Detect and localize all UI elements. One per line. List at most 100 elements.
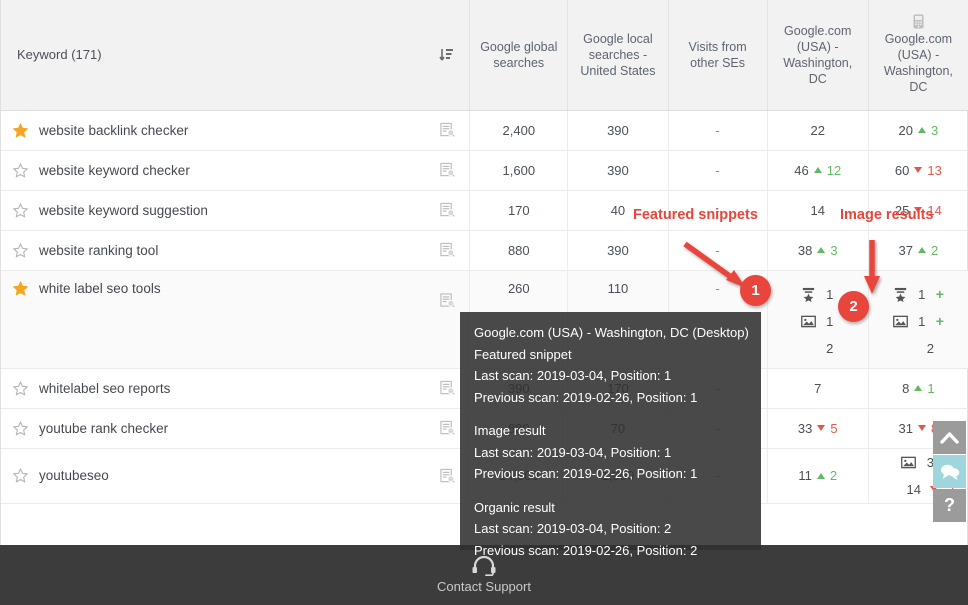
rank-up-arrow-icon [814,167,822,173]
keyword-details-icon[interactable] [440,421,455,436]
keyword-details-icon[interactable] [440,468,455,483]
keyword-details-icon[interactable] [440,163,455,178]
keyword-rankings-screen: Keyword (171) Google global searches Goo… [0,0,968,605]
rank-value: 22 [778,123,858,138]
annotation-arrow-2 [858,238,892,300]
keyword-details-icon[interactable] [440,203,455,218]
rank-position: 22 [810,123,824,138]
favorite-star-icon[interactable] [13,123,28,138]
featured-snippet-icon [893,287,908,302]
contact-support-label: Contact Support [437,579,531,594]
rank-position: 37 [899,243,913,258]
image-result-icon [901,455,916,470]
table-row[interactable]: website ranking tool880390-383372 [1,230,968,270]
rank-change: 3 [931,123,938,138]
desktop-rank-cell[interactable]: 46 12 [767,150,868,190]
table-row[interactable]: website backlink checker2,400390-22203 [1,110,968,150]
rank-down-arrow-icon [817,425,825,431]
annotation-badge-2: 2 [838,291,869,322]
favorite-star-icon[interactable] [13,203,28,218]
annotation-image-results: Image results [840,206,934,225]
keyword-label: youtubeseo [39,468,109,483]
rank-value: 20 3 [879,123,958,138]
google-global-searches-cell: 1,600 [470,150,568,190]
rank-change: 5 [830,421,837,436]
desktop-rank-cell[interactable]: 112 [767,448,868,503]
rank-value: 46 12 [778,163,858,178]
rank-change: 1 [927,381,934,396]
keyword-label: website ranking tool [39,243,158,258]
desktop-rank-cell[interactable]: 335 [767,408,868,448]
column-header-google-local[interactable]: Google local searches - United States [568,0,668,110]
keyword-cell[interactable]: website keyword suggestion [1,190,470,230]
tooltip-block-2-heading: Organic result [474,497,761,519]
rank-position: 20 [899,123,913,138]
tooltip-block-0-previous-scan: Previous scan: 2019-02-26, Position: 1 [474,387,761,409]
column-header-desktop-rank[interactable]: Google.com (USA) - Washington, DC [767,0,868,110]
mobile-rank-cell[interactable]: 6013 [868,150,968,190]
keyword-details-icon[interactable] [440,381,455,396]
keyword-line: website backlink checker [13,123,455,138]
favorite-star-icon[interactable] [13,381,28,396]
rank-change: 12 [827,163,841,178]
image-result-icon [893,314,908,329]
favorite-star-icon[interactable] [13,468,28,483]
column-header-keyword[interactable]: Keyword (171) [1,0,470,110]
column-header-mobile-label: Google.com (USA) - Washington, DC [884,32,953,94]
favorite-star-icon[interactable] [13,281,28,296]
keyword-label: website keyword suggestion [39,203,208,218]
serp-feature-row: 2 [879,335,958,362]
chat-support-button[interactable] [933,455,966,488]
rank-position: 60 [895,163,909,178]
rank-position: 31 [899,421,913,436]
rank-up-arrow-icon [817,473,825,479]
mobile-rank-cell[interactable]: 20 3 [868,110,968,150]
rank-change: 2 [931,243,938,258]
google-local-searches-cell: 390 [568,150,668,190]
column-header-visits-other-ses[interactable]: Visits from other SEs [668,0,767,110]
column-header-google-global[interactable]: Google global searches [470,0,568,110]
rank-position: 46 [794,163,808,178]
keyword-line: white label seo tools [13,281,455,296]
sort-descending-icon[interactable] [439,47,455,63]
keyword-cell[interactable]: website ranking tool [1,230,470,270]
keyword-details-icon[interactable] [440,243,455,258]
desktop-rank-cell[interactable]: 22 [767,110,868,150]
mobile-rank-cell[interactable]: 81 [868,368,968,408]
help-button[interactable]: ? [933,489,966,522]
column-header-mobile-rank[interactable]: Google.com (USA) - Washington, DC [868,0,968,110]
rank-value: 383 [778,243,858,258]
desktop-rank-cell[interactable]: 7 [767,368,868,408]
serp-feature-position: 2 [925,341,935,356]
table-row[interactable]: website keyword checker1,600390-46126013 [1,150,968,190]
rank-value: 81 [879,381,958,396]
featured-snippet-icon [801,287,816,302]
rank-value: 7 [778,381,858,396]
keyword-cell[interactable]: white label seo tools [1,270,470,368]
keyword-cell[interactable]: website backlink checker [1,110,470,150]
chat-icon [940,463,960,480]
tooltip-title: Google.com (USA) - Washington, DC (Deskt… [474,322,761,344]
scroll-to-top-button[interactable] [933,421,966,454]
tooltip-block-1-last-scan: Last scan: 2019-03-04, Position: 1 [474,442,761,464]
keyword-cell[interactable]: youtubeseo [1,448,470,503]
google-global-searches-cell: 880 [470,230,568,270]
serp-feature-position: 1 [917,314,927,329]
serp-feature-position: 1 [825,287,835,302]
keyword-details-icon[interactable] [440,123,455,138]
keyword-line: website ranking tool [13,243,455,258]
keyword-line: website keyword checker [13,163,455,178]
new-feature-indicator: + [936,287,944,301]
rank-position: 38 [798,243,812,258]
keyword-cell[interactable]: youtube rank checker [1,408,470,448]
favorite-star-icon[interactable] [13,243,28,258]
tooltip-block-1-heading: Image result [474,420,761,442]
keyword-details-icon[interactable] [440,293,455,308]
keyword-cell[interactable]: website keyword checker [1,150,470,190]
table-row[interactable]: website keyword suggestion17040-142514 [1,190,968,230]
desktop-rank-cell[interactable]: 383 [767,230,868,270]
serp-features-tooltip: Google.com (USA) - Washington, DC (Deskt… [460,312,761,550]
favorite-star-icon[interactable] [13,421,28,436]
favorite-star-icon[interactable] [13,163,28,178]
keyword-cell[interactable]: whitelabel seo reports [1,368,470,408]
